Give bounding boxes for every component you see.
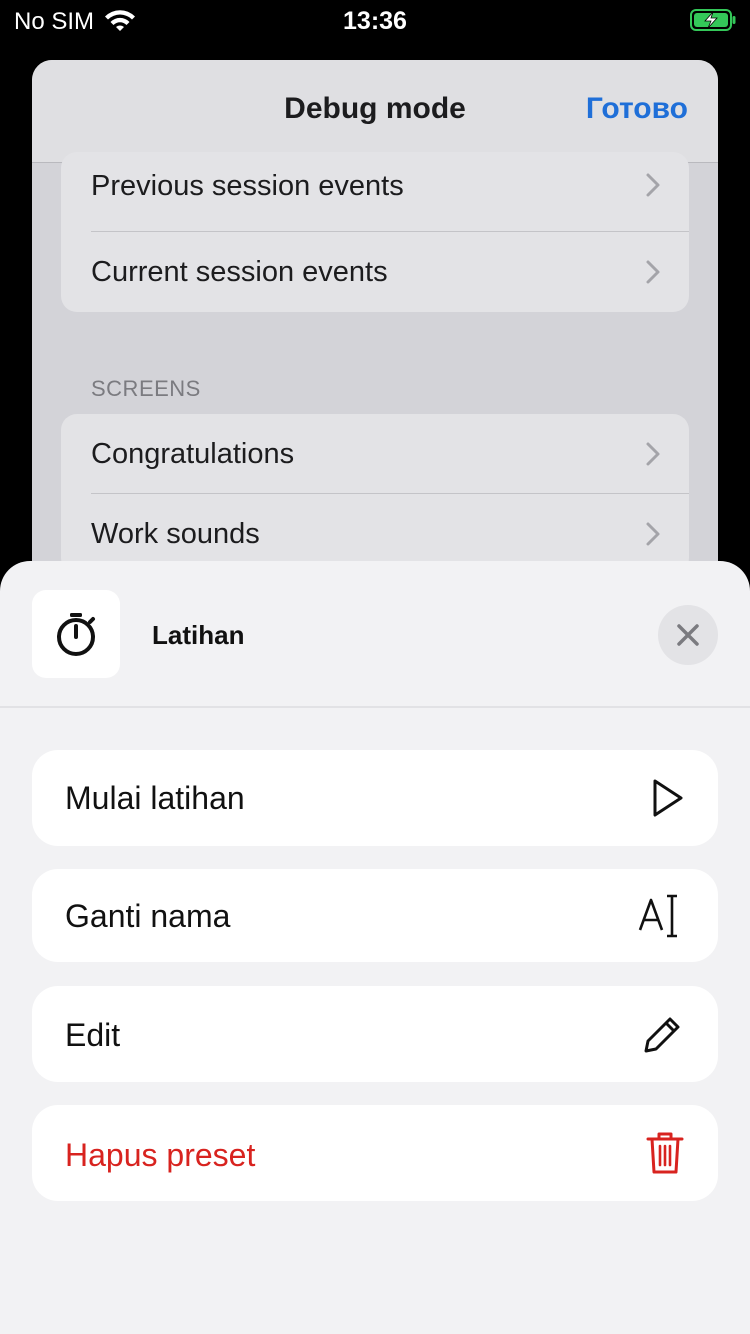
- trash-icon: [646, 1132, 684, 1174]
- navigation-bar: Debug mode Готово: [32, 60, 718, 163]
- rename-button[interactable]: Ganti nama: [32, 869, 718, 962]
- delete-preset-button[interactable]: Hapus preset: [32, 1105, 718, 1201]
- list-item-label: Current session events: [91, 256, 388, 288]
- battery-charging-icon: [690, 9, 736, 31]
- edit-button[interactable]: Edit: [32, 986, 718, 1082]
- action-sheet: Latihan Mulai latihan Ganti nama Edit Ha…: [0, 561, 750, 1334]
- pencil-icon: [644, 1017, 680, 1053]
- status-bar: No SIM 13:36: [0, 0, 750, 42]
- close-icon: [677, 624, 699, 646]
- events-group: Previous session events Current session …: [61, 152, 689, 312]
- chevron-right-icon: [646, 522, 660, 546]
- sheet-title: Latihan: [152, 620, 245, 650]
- list-item-label: Previous session events: [91, 170, 404, 202]
- action-label: Edit: [65, 1017, 121, 1053]
- play-icon: [653, 779, 683, 817]
- chevron-right-icon: [646, 442, 660, 466]
- screens-group: Congratulations Work sounds: [61, 414, 689, 574]
- status-time: 13:36: [343, 7, 407, 35]
- stopwatch-icon: [57, 613, 95, 656]
- list-item-label: Congratulations: [91, 438, 295, 470]
- section-header-screens: SCREENS: [91, 376, 201, 401]
- action-label: Ganti nama: [65, 898, 231, 934]
- chevron-right-icon: [646, 260, 660, 284]
- close-button[interactable]: [658, 605, 718, 665]
- chevron-right-icon: [646, 173, 660, 197]
- list-item-congratulations[interactable]: Congratulations: [61, 414, 689, 494]
- list-item-previous-session-events[interactable]: Previous session events: [61, 152, 689, 232]
- screen: No SIM 13:36 Debug mode Готово Previous …: [0, 0, 750, 1334]
- done-button[interactable]: Готово: [586, 92, 688, 126]
- start-workout-button[interactable]: Mulai latihan: [32, 750, 718, 846]
- preset-icon-tile: [32, 590, 120, 678]
- action-label: Mulai latihan: [65, 780, 245, 816]
- action-label: Hapus preset: [65, 1137, 256, 1173]
- list-item-current-session-events[interactable]: Current session events: [61, 232, 689, 312]
- debug-mode-screen: Debug mode Готово Previous session event…: [32, 60, 718, 620]
- rename-text-icon: [638, 894, 677, 938]
- sheet-header: Latihan: [0, 561, 750, 708]
- list-item-label: Work sounds: [91, 518, 260, 550]
